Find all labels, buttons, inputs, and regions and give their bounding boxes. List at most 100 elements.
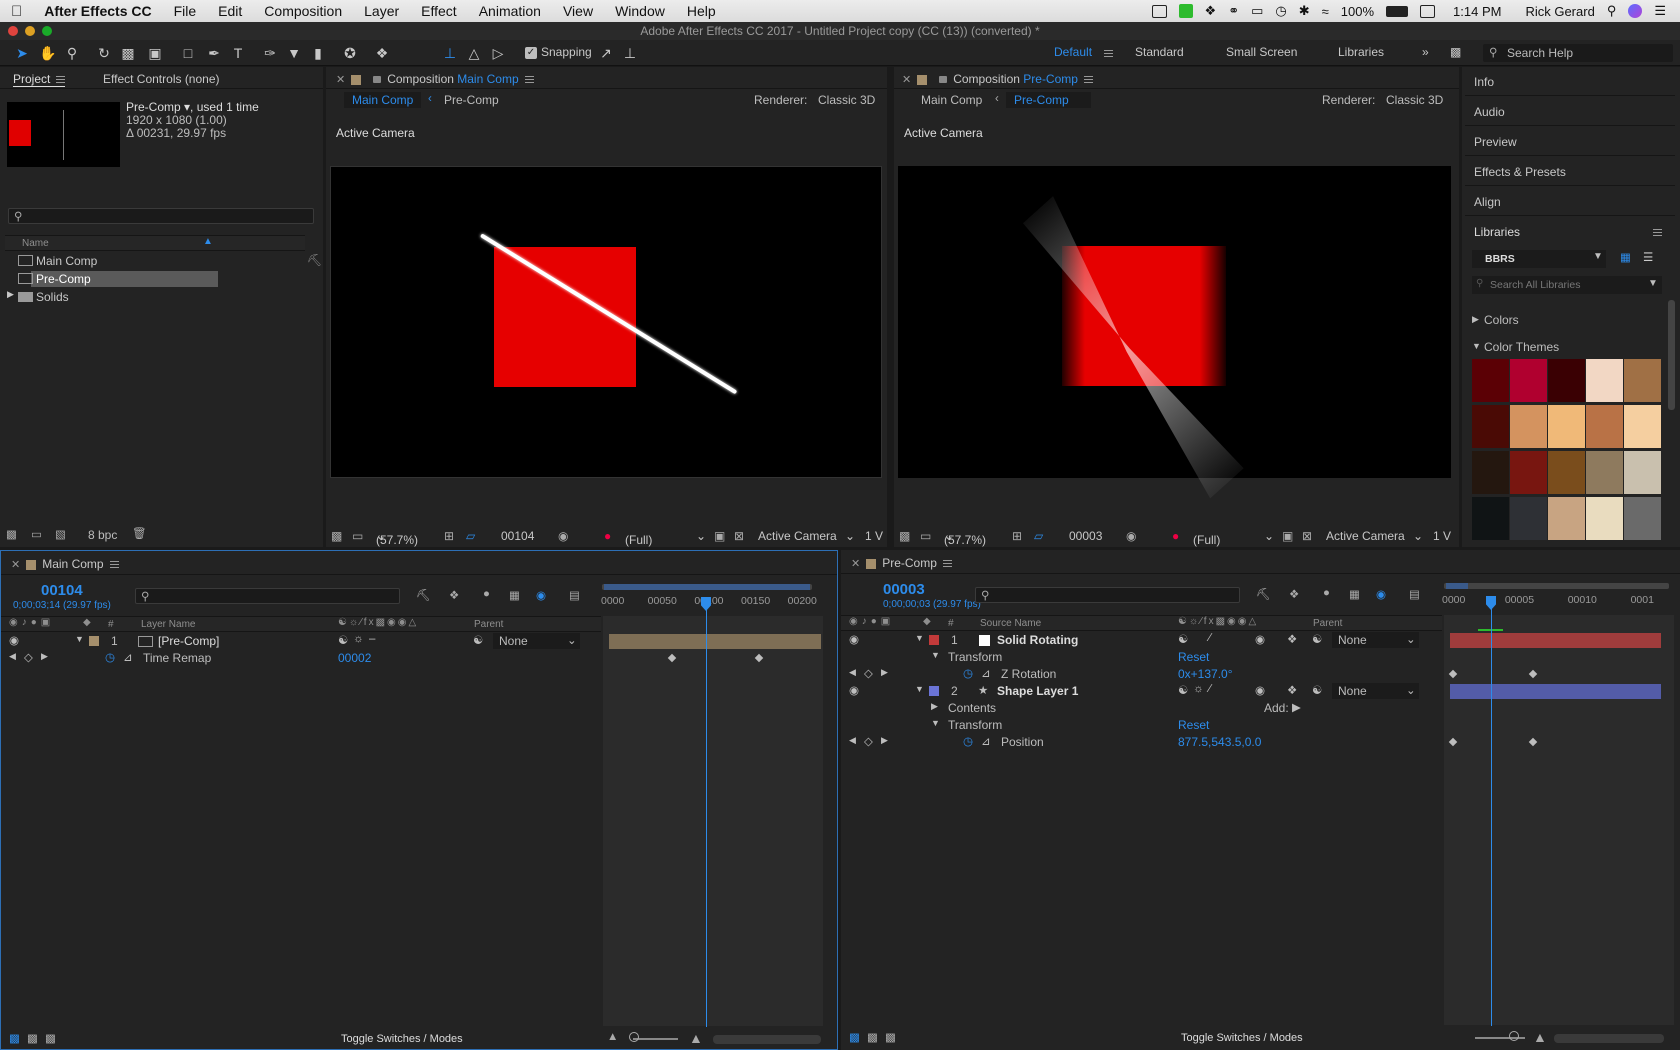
- color-theme-swatch[interactable]: [1510, 405, 1547, 448]
- menu-window[interactable]: Window: [604, 3, 676, 19]
- libraries-menu-icon[interactable]: [1653, 229, 1662, 236]
- prev-keyframe-icon[interactable]: ◀: [849, 735, 856, 746]
- prev-keyframe-icon[interactable]: ◀: [9, 651, 16, 662]
- panel-libraries[interactable]: Libraries: [1474, 225, 1520, 239]
- view-layout-dropdown[interactable]: 1 V: [1433, 529, 1451, 543]
- lock-icon[interactable]: [373, 76, 382, 84]
- motion-blur-switch-icon[interactable]: ◉: [1255, 632, 1265, 646]
- viewer-canvas[interactable]: [898, 166, 1451, 478]
- pen-tool-icon[interactable]: ✒: [204, 43, 224, 63]
- panel-preview[interactable]: Preview: [1474, 135, 1517, 149]
- close-icon[interactable]: ✕: [851, 558, 860, 570]
- 3d-layer-switch-icon[interactable]: ❖: [1287, 683, 1297, 697]
- contents-group-row[interactable]: ▶ Contents Add: ▶: [841, 700, 1442, 716]
- grid-view-icon[interactable]: ▦: [1620, 250, 1631, 264]
- new-composition-icon[interactable]: ▧: [55, 527, 66, 541]
- quality-switch-icon[interactable]: ∕: [1209, 632, 1211, 644]
- flow-main-comp[interactable]: Main Comp: [344, 92, 422, 108]
- color-theme-swatch[interactable]: [1548, 359, 1585, 402]
- search-libraries-input[interactable]: ⚲ Search All Libraries ▼: [1472, 276, 1662, 294]
- pick-whip-icon[interactable]: ☯: [1312, 632, 1322, 646]
- renderer-value[interactable]: Classic 3D: [1386, 93, 1443, 107]
- video-toggle-eye-icon[interactable]: ◉: [849, 632, 859, 646]
- close-icon[interactable]: ✕: [336, 74, 345, 86]
- property-row-z-rotation[interactable]: ◀ ◇ ▶ ◷ ⊿ Z Rotation 0x+137.0°: [841, 666, 1442, 682]
- layer-row-shape-layer-1[interactable]: ◉ ▼ 2 ★ Shape Layer 1 ☯ ☼ ∕ ◉ ❖ ☯ None ⌄: [841, 683, 1442, 699]
- current-time-display[interactable]: 00003: [883, 581, 925, 598]
- graph-icon[interactable]: ⊿: [981, 666, 991, 680]
- color-theme-swatch[interactable]: [1548, 497, 1585, 540]
- local-axis-icon[interactable]: ⊥: [440, 43, 460, 63]
- mask-visibility-icon[interactable]: ▱: [1034, 529, 1043, 543]
- flowchart-icon[interactable]: ⛏: [307, 253, 322, 267]
- time-navigator[interactable]: [1444, 583, 1669, 589]
- viewer-menu-icon[interactable]: [1083, 76, 1093, 84]
- layer-duration-bar-shape[interactable]: [1450, 684, 1661, 699]
- disclosure-triangle-icon[interactable]: ▼: [1472, 341, 1481, 351]
- user-name[interactable]: Rick Gerard: [1525, 4, 1594, 19]
- timeline-menu-icon[interactable]: [109, 561, 119, 569]
- color-theme-swatch[interactable]: [1548, 451, 1585, 494]
- snap-edges-icon[interactable]: ↗: [596, 43, 616, 63]
- transform-reset-link[interactable]: Reset: [1178, 718, 1209, 732]
- parent-dropdown[interactable]: None ⌄: [1332, 683, 1419, 699]
- quality-switch-icon[interactable]: ∕: [1209, 683, 1211, 695]
- eraser-tool-icon[interactable]: ▮: [308, 43, 328, 63]
- project-menu-icon[interactable]: [56, 76, 66, 84]
- color-theme-swatch[interactable]: [1510, 497, 1547, 540]
- prev-keyframe-icon[interactable]: ◀: [849, 667, 856, 678]
- collapse-switch-icon[interactable]: ☼: [353, 633, 364, 645]
- z-rotation-value[interactable]: 0x+137.0°: [1178, 667, 1233, 681]
- horizontal-scrollbar[interactable]: [713, 1035, 821, 1044]
- motion-blur-icon[interactable]: ◉: [1376, 587, 1386, 601]
- disclosure-triangle-icon[interactable]: ▶: [1472, 314, 1479, 325]
- close-icon[interactable]: ✕: [902, 74, 911, 86]
- color-theme-swatch[interactable]: [1624, 497, 1661, 540]
- tab-project[interactable]: Project: [13, 72, 66, 87]
- monitor-icon[interactable]: ▭: [920, 529, 931, 543]
- video-toggle-eye-icon[interactable]: ◉: [9, 633, 19, 647]
- tab-effect-controls[interactable]: Effect Controls (none): [103, 72, 220, 86]
- new-folder-icon[interactable]: ▭: [31, 527, 42, 541]
- timeline-menu-icon[interactable]: [942, 560, 952, 568]
- chevron-down-icon[interactable]: ⌄: [696, 529, 706, 543]
- clone-stamp-tool-icon[interactable]: ▼: [284, 43, 304, 63]
- transform-group-row[interactable]: ▼ Transform Reset: [841, 649, 1442, 665]
- add-keyframe-icon[interactable]: ◇: [24, 650, 33, 664]
- color-theme-swatch[interactable]: [1586, 359, 1623, 402]
- layer-row-solid-rotating[interactable]: ◉ ▼ 1 Solid Rotating ☯ ∕ ◉ ❖ ☯ None ⌄: [841, 632, 1442, 648]
- flow-pre-comp[interactable]: Pre-Comp: [1006, 92, 1091, 108]
- color-theme-swatch[interactable]: [1548, 405, 1585, 448]
- project-item-name[interactable]: Pre-Comp ▾, used 1 time: [126, 100, 259, 114]
- stopwatch-icon[interactable]: ◷: [105, 650, 115, 664]
- zoom-window-icon[interactable]: [42, 26, 52, 36]
- disclosure-triangle-icon[interactable]: ▶: [7, 289, 14, 300]
- apple-icon[interactable]: : [0, 3, 33, 20]
- layer-duration-bar[interactable]: [609, 634, 821, 649]
- zoom-in-icon[interactable]: ▲: [689, 1030, 703, 1046]
- add-keyframe-icon[interactable]: ◇: [864, 666, 873, 680]
- current-frame-field[interactable]: 00003: [1069, 529, 1102, 543]
- layer-name[interactable]: Solid Rotating: [997, 633, 1078, 647]
- parent-dropdown[interactable]: None ⌄: [1332, 632, 1419, 648]
- panel-info[interactable]: Info: [1474, 75, 1494, 89]
- color-theme-swatch[interactable]: [1624, 405, 1661, 448]
- project-search-input[interactable]: ⚲: [8, 208, 314, 224]
- viewer-tab[interactable]: ✕ Composition Pre-Comp: [902, 72, 1093, 86]
- panel-effects-presets[interactable]: Effects & Presets: [1474, 165, 1566, 179]
- renderer-value[interactable]: Classic 3D: [818, 93, 875, 107]
- add-menu-icon[interactable]: ▶: [1292, 700, 1301, 714]
- time-ruler[interactable]: 000000050001000015000200: [601, 593, 823, 615]
- transparency-grid-icon[interactable]: ⊠: [734, 529, 744, 543]
- frame-blending-icon[interactable]: ▦: [1349, 587, 1360, 601]
- current-time-indicator[interactable]: [706, 607, 707, 1027]
- camera-view-dropdown[interactable]: Active Camera: [1326, 529, 1405, 543]
- lock-icon[interactable]: [939, 76, 948, 84]
- timing-controls-icon[interactable]: ▩: [885, 1030, 896, 1044]
- minimize-window-icon[interactable]: [25, 26, 35, 36]
- color-theme-swatch[interactable]: [1472, 405, 1509, 448]
- brush-tool-icon[interactable]: ✑: [260, 43, 280, 63]
- shy-switch-icon[interactable]: ☯: [1178, 683, 1188, 697]
- menu-animation[interactable]: Animation: [468, 3, 552, 19]
- pick-whip-icon[interactable]: ☯: [473, 633, 483, 647]
